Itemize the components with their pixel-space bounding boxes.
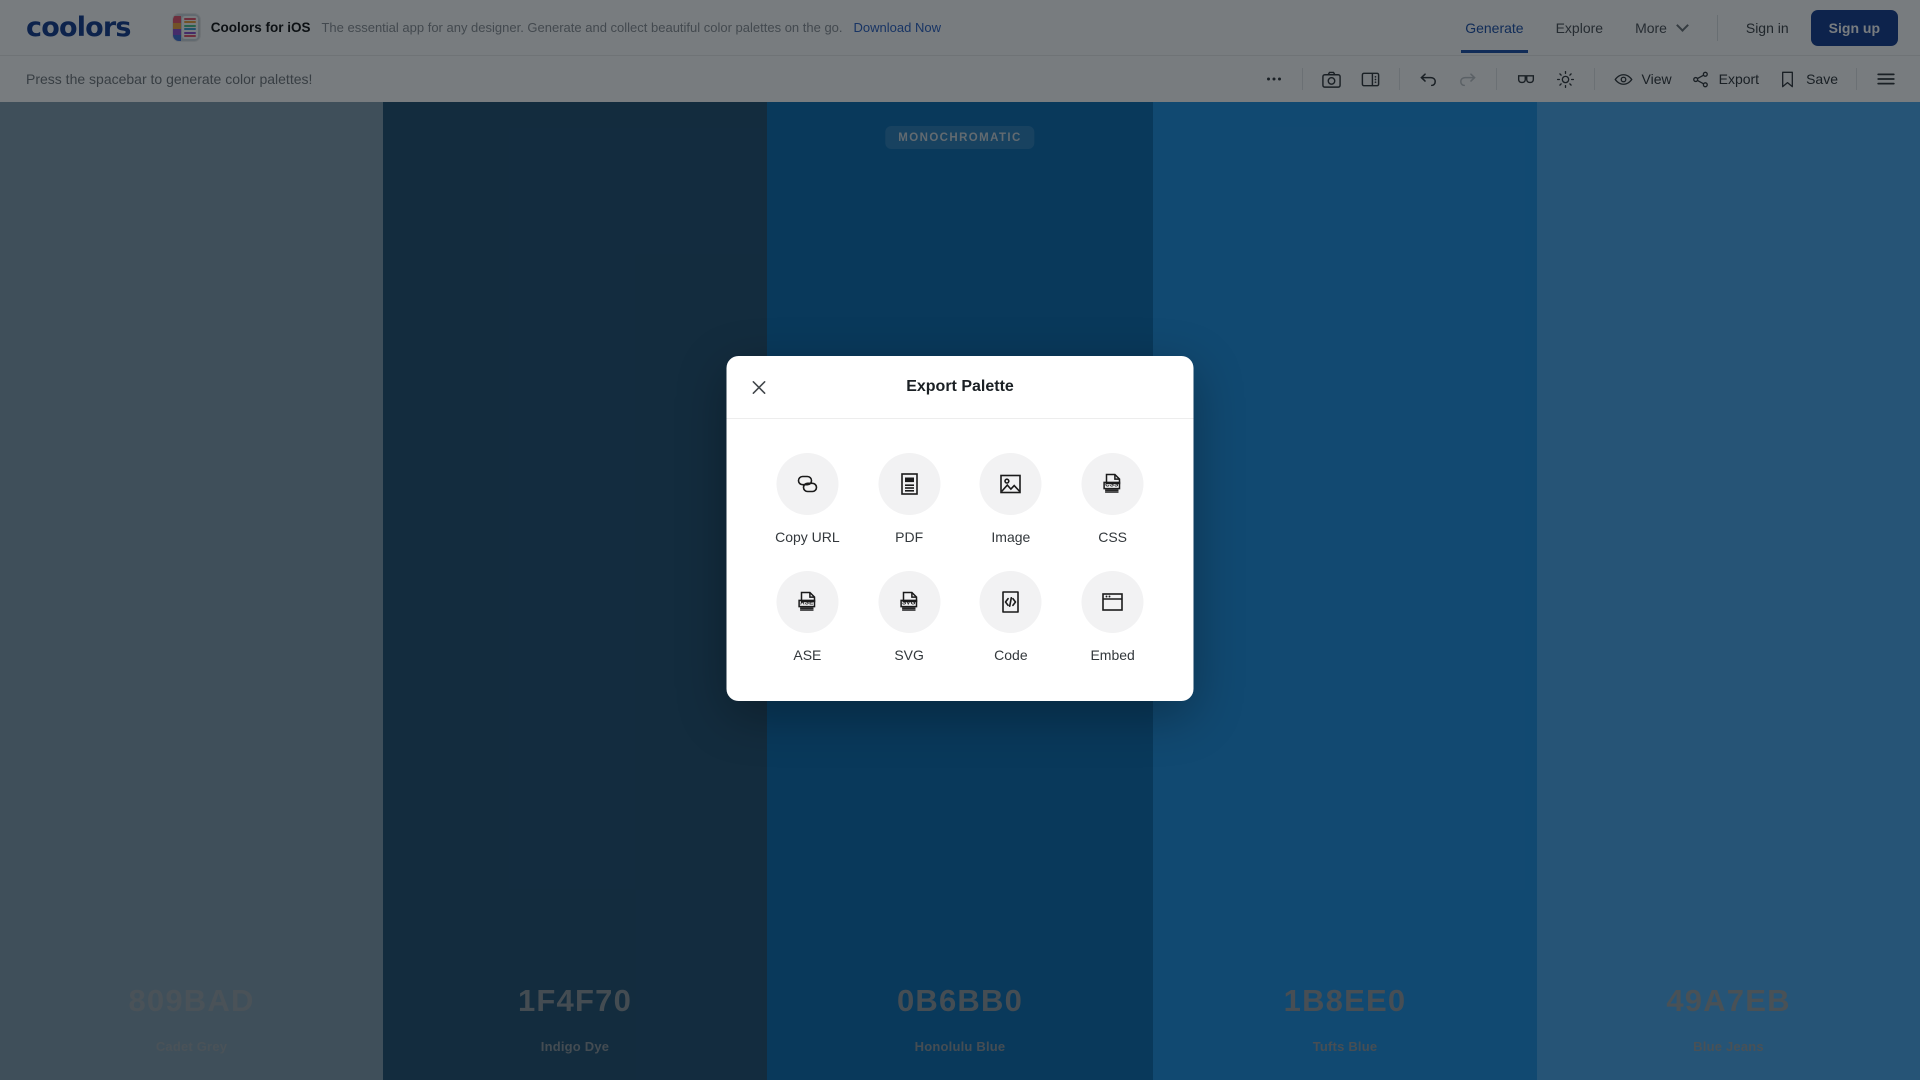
export-option-pdf[interactable]: PDF xyxy=(858,453,960,545)
export-option-label: ASE xyxy=(793,647,822,663)
export-option-copy-url[interactable]: Copy URL xyxy=(757,453,859,545)
modal-header: Export Palette xyxy=(726,356,1194,419)
embed-window-icon xyxy=(1102,593,1123,611)
export-option-code[interactable]: Code xyxy=(960,571,1062,663)
option-icon-wrap xyxy=(878,453,941,515)
close-button[interactable] xyxy=(744,372,774,402)
option-icon-wrap: ASE xyxy=(776,571,839,633)
pdf-document-icon xyxy=(900,473,918,495)
close-icon xyxy=(752,380,765,394)
option-icon-wrap xyxy=(1081,571,1144,633)
export-option-label: Image xyxy=(991,529,1031,545)
option-icon-wrap xyxy=(979,571,1042,633)
export-palette-modal: Export Palette Copy URL PDF Image CSS CS… xyxy=(726,356,1194,701)
svg-file-icon: SVG xyxy=(899,591,917,611)
export-option-label: CSS xyxy=(1098,529,1128,545)
svg-tag-text: SVG xyxy=(902,600,916,607)
export-options-grid: Copy URL PDF Image CSS CSS ASE ASE SVG S… xyxy=(757,453,1164,663)
option-icon-wrap xyxy=(776,453,839,515)
option-icon-wrap: CSS xyxy=(1081,453,1144,515)
export-option-label: Copy URL xyxy=(775,529,840,545)
css-file-icon: CSS xyxy=(1103,473,1121,493)
code-icon xyxy=(1002,591,1020,613)
export-option-embed[interactable]: Embed xyxy=(1062,571,1164,663)
image-icon xyxy=(1000,474,1022,494)
modal-title: Export Palette xyxy=(906,378,1014,395)
export-option-svg[interactable]: SVG SVG xyxy=(858,571,960,663)
css-tag-text: CSS xyxy=(1105,482,1118,489)
link-icon xyxy=(797,475,818,493)
ase-tag-text: ASE xyxy=(800,600,813,607)
ase-file-icon: ASE xyxy=(798,591,816,611)
option-icon-wrap: SVG xyxy=(878,571,941,633)
export-option-label: PDF xyxy=(895,529,924,545)
export-option-label: Embed xyxy=(1090,647,1135,663)
export-option-image[interactable]: Image xyxy=(960,453,1062,545)
export-option-label: Code xyxy=(994,647,1028,663)
option-icon-wrap xyxy=(979,453,1042,515)
export-option-label: SVG xyxy=(894,647,924,663)
export-option-css[interactable]: CSS CSS xyxy=(1062,453,1164,545)
modal-body: Copy URL PDF Image CSS CSS ASE ASE SVG S… xyxy=(727,419,1194,701)
export-option-ase[interactable]: ASE ASE xyxy=(757,571,859,663)
